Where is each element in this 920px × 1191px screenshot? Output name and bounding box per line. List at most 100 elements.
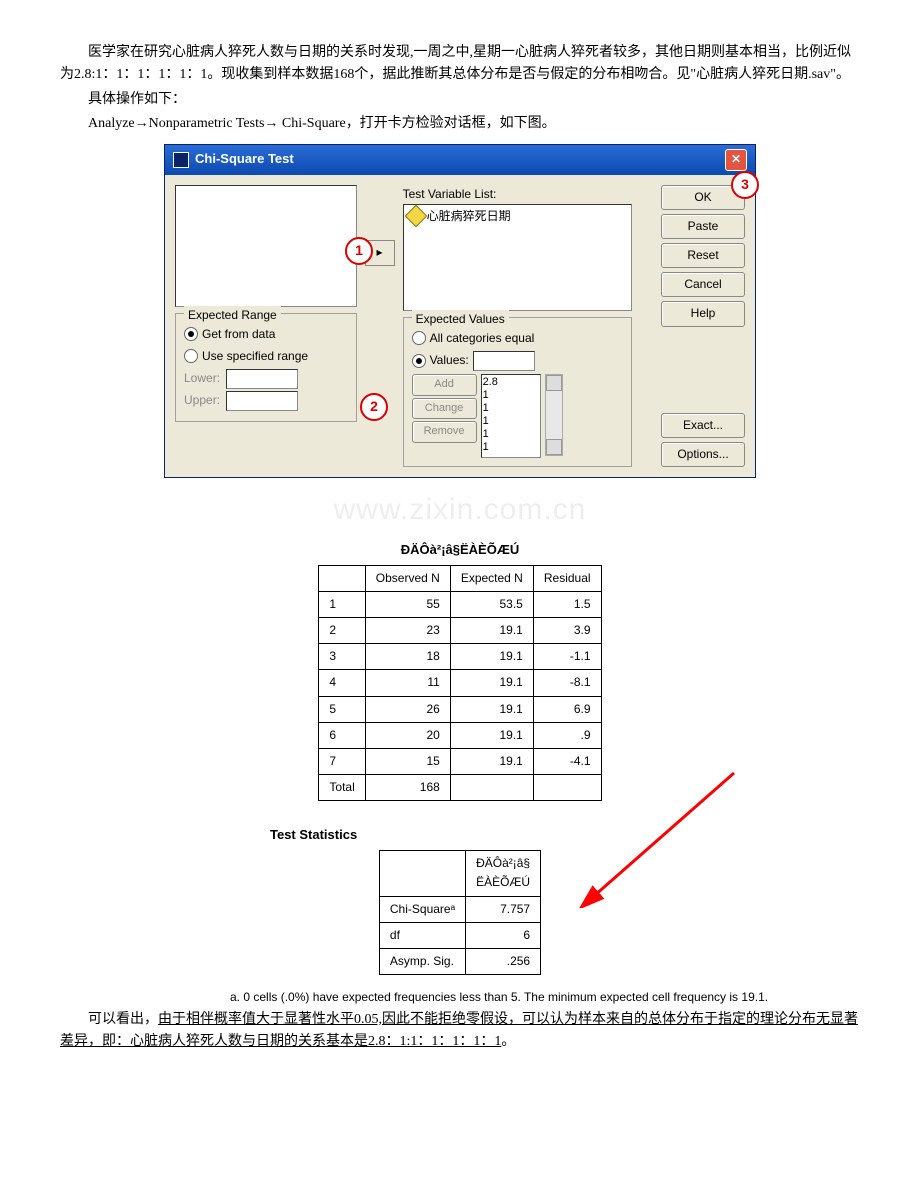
chi-square-dialog: Chi-Square Test ✕ 1 2 3 Expected Range G… bbox=[164, 144, 756, 478]
radio-use-label: Use specified range bbox=[202, 347, 308, 366]
variable-icon bbox=[404, 205, 427, 228]
marker-2: 2 bbox=[360, 393, 388, 421]
stat-col-header: ÐÄÔà²¡â§ ËÀÈÕÆÚ bbox=[466, 851, 541, 896]
expected-values-legend: Expected Values bbox=[412, 310, 509, 329]
cell bbox=[450, 775, 533, 801]
radio-all-label: All categories equal bbox=[430, 329, 535, 348]
menu-path: Analyze→Nonparametric Tests→ Chi-Square，… bbox=[60, 113, 860, 135]
cell: df bbox=[379, 922, 465, 948]
expected-range-group: Expected Range Get from data Use specifi… bbox=[175, 313, 357, 422]
radio-get-label: Get from data bbox=[202, 325, 275, 344]
upper-label: Upper: bbox=[184, 391, 220, 410]
conclusion: 可以看出，由于相伴概率值大于显著性水平0.05,因此不能拒绝零假设，可以认为样本… bbox=[60, 1009, 860, 1054]
cell: 26 bbox=[365, 696, 450, 722]
remove-button[interactable]: Remove bbox=[412, 421, 477, 443]
cell: 15 bbox=[365, 749, 450, 775]
upper-input[interactable] bbox=[226, 391, 298, 411]
variable-item[interactable]: 心脏病猝死日期 bbox=[404, 205, 631, 228]
cell: 6 bbox=[319, 722, 365, 748]
col-residual: Residual bbox=[533, 565, 601, 591]
stat-table-title: Test Statistics bbox=[270, 825, 860, 846]
footnote-label: a. bbox=[230, 990, 240, 1004]
cell: 6.9 bbox=[533, 696, 601, 722]
watermark: www.zixin.com.cn bbox=[60, 486, 860, 534]
radio-values-label: Values: bbox=[430, 351, 469, 370]
list-item[interactable]: 1 bbox=[483, 389, 539, 402]
lower-label: Lower: bbox=[184, 369, 220, 388]
marker-1: 1 bbox=[345, 237, 373, 265]
dialog-title: Chi-Square Test bbox=[195, 149, 294, 170]
reset-button[interactable]: Reset bbox=[661, 243, 745, 268]
test-variable-label: Test Variable List: bbox=[403, 185, 632, 204]
footnote-text: 0 cells (.0%) have expected frequencies … bbox=[243, 990, 768, 1004]
col-expected: Expected N bbox=[450, 565, 533, 591]
list-item[interactable]: 1 bbox=[483, 428, 539, 441]
cell: 4 bbox=[319, 670, 365, 696]
radio-get-from-data[interactable]: Get from data bbox=[184, 325, 348, 344]
cell: 19.1 bbox=[450, 696, 533, 722]
cancel-button[interactable]: Cancel bbox=[661, 272, 745, 297]
cell: 19.1 bbox=[450, 749, 533, 775]
cell: 11 bbox=[365, 670, 450, 696]
cell: 19.1 bbox=[450, 722, 533, 748]
close-icon[interactable]: ✕ bbox=[725, 149, 747, 171]
values-scrollbar[interactable] bbox=[545, 374, 563, 456]
test-variable-list[interactable]: 心脏病猝死日期 bbox=[403, 204, 632, 311]
cell: 1 bbox=[319, 591, 365, 617]
cell: .256 bbox=[466, 948, 541, 974]
list-item[interactable]: 2.8 bbox=[483, 376, 539, 389]
source-variable-list[interactable] bbox=[175, 185, 357, 307]
list-item[interactable]: 1 bbox=[483, 415, 539, 428]
cell: Asymp. Sig. bbox=[379, 948, 465, 974]
col-observed: Observed N bbox=[365, 565, 450, 591]
values-input[interactable] bbox=[473, 351, 535, 371]
list-item[interactable]: 1 bbox=[483, 441, 539, 454]
expected-values-group: Expected Values All categories equal Val… bbox=[403, 317, 632, 467]
variable-item-label: 心脏病猝死日期 bbox=[427, 207, 511, 226]
cell: Total bbox=[319, 775, 365, 801]
expected-range-legend: Expected Range bbox=[184, 306, 281, 325]
radio-all-equal[interactable]: All categories equal bbox=[412, 329, 623, 348]
intro-paragraph: 医学家在研究心脏病人猝死人数与日期的关系时发现,一周之中,星期一心脏病人猝死者较… bbox=[60, 42, 860, 87]
cell: 1.5 bbox=[533, 591, 601, 617]
ops-label: 具体操作如下： bbox=[60, 89, 860, 111]
freq-table-title: ÐÄÔà²¡â§ËÀÈÕÆÚ bbox=[60, 540, 860, 561]
cell: 5 bbox=[319, 696, 365, 722]
cell: 55 bbox=[365, 591, 450, 617]
frequency-table: Observed N Expected N Residual 15553.51.… bbox=[318, 565, 601, 802]
cell: 7.757 bbox=[466, 896, 541, 922]
exact-button[interactable]: Exact... bbox=[661, 413, 745, 438]
cell: 168 bbox=[365, 775, 450, 801]
cell: .9 bbox=[533, 722, 601, 748]
help-button[interactable]: Help bbox=[661, 301, 745, 326]
conclusion-underlined: 由于相伴概率值大于显著性水平0.05,因此不能拒绝零假设，可以认为样本来自的总体… bbox=[60, 1012, 858, 1049]
arrow-icon bbox=[569, 768, 759, 908]
radio-values[interactable]: Values: bbox=[412, 351, 623, 371]
paste-button[interactable]: Paste bbox=[661, 214, 745, 239]
cell: 18 bbox=[365, 644, 450, 670]
radio-use-specified[interactable]: Use specified range bbox=[184, 347, 348, 366]
change-button[interactable]: Change bbox=[412, 398, 477, 420]
test-statistics-table: ÐÄÔà²¡â§ ËÀÈÕÆÚ Chi-Squareᵃ7.757 df6 Asy… bbox=[379, 850, 541, 975]
cell: 19.1 bbox=[450, 670, 533, 696]
add-button[interactable]: Add bbox=[412, 374, 477, 396]
lower-input[interactable] bbox=[226, 369, 298, 389]
conclusion-prefix: 可以看出， bbox=[88, 1012, 158, 1027]
cell: -1.1 bbox=[533, 644, 601, 670]
cell: 19.1 bbox=[450, 618, 533, 644]
cell: 2 bbox=[319, 618, 365, 644]
cell: Chi-Squareᵃ bbox=[379, 896, 465, 922]
cell: 23 bbox=[365, 618, 450, 644]
cell: 53.5 bbox=[450, 591, 533, 617]
values-listbox[interactable]: 2.8 1 1 1 1 1 bbox=[481, 374, 541, 458]
col-blank bbox=[319, 565, 365, 591]
cell: 19.1 bbox=[450, 644, 533, 670]
cell: -8.1 bbox=[533, 670, 601, 696]
cell: 20 bbox=[365, 722, 450, 748]
cell: 3.9 bbox=[533, 618, 601, 644]
list-item[interactable]: 1 bbox=[483, 402, 539, 415]
footnote: a. 0 cells (.0%) have expected frequenci… bbox=[230, 988, 860, 1007]
dialog-titlebar: Chi-Square Test ✕ bbox=[165, 145, 755, 175]
options-button[interactable]: Options... bbox=[661, 442, 745, 467]
cell: 6 bbox=[466, 922, 541, 948]
